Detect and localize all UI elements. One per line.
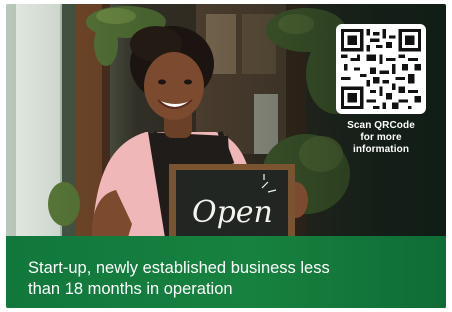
promo-banner: Open Scan QRCode for more information St…	[6, 4, 446, 308]
qr-caption-line-2: for more	[360, 132, 402, 143]
headline-line-2: than 18 months in operation	[28, 280, 233, 298]
qr-code[interactable]	[336, 24, 426, 114]
headline-line-1: Start-up, newly established business les…	[28, 259, 330, 277]
chalkboard-text: Open	[192, 195, 273, 230]
qr-caption-line-3: information	[352, 144, 410, 155]
qr-caption: Scan QRCode for more information	[324, 120, 438, 156]
qr-code-icon	[341, 29, 421, 109]
qr-caption-line-1: Scan QRCode	[347, 120, 415, 131]
headline: Start-up, newly established business les…	[28, 258, 428, 300]
